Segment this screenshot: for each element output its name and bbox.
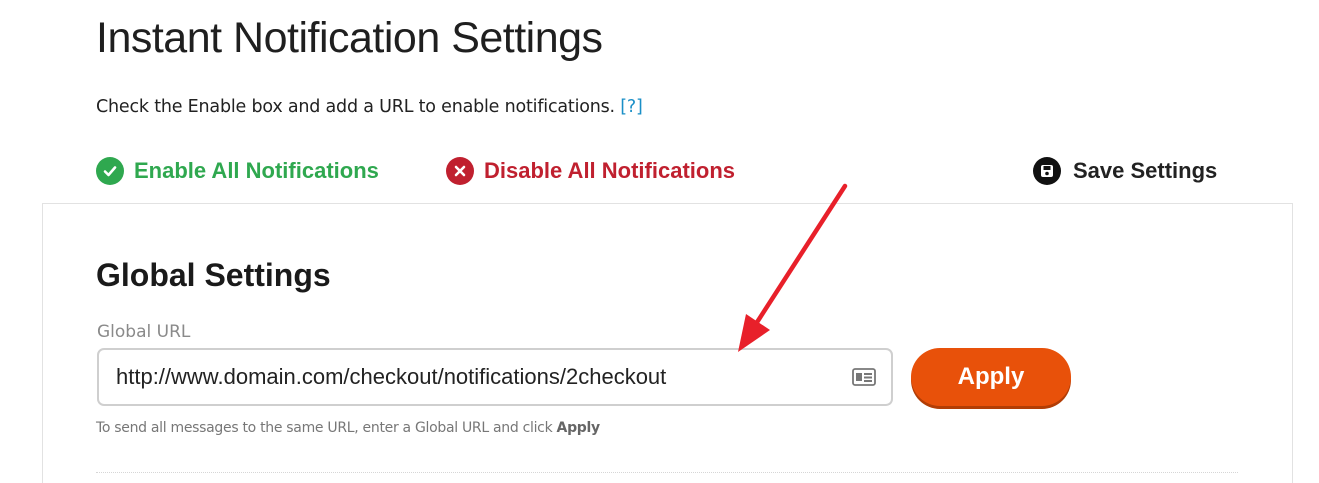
disable-all-button[interactable]: Disable All Notifications: [446, 155, 735, 187]
disable-all-label: Disable All Notifications: [484, 158, 736, 183]
section-divider: [96, 472, 1238, 473]
floppy-disk-icon: [1033, 157, 1061, 185]
contact-card-icon[interactable]: [851, 367, 877, 387]
notification-settings-page: Instant Notification Settings Check the …: [0, 0, 1319, 483]
global-url-hint: To send all messages to the same URL, en…: [96, 420, 600, 436]
check-circle-icon: [96, 157, 124, 185]
x-circle-icon: [446, 157, 474, 185]
enable-all-button[interactable]: Enable All Notifications: [96, 155, 379, 187]
hint-text: To send all messages to the same URL, en…: [96, 420, 553, 436]
apply-button[interactable]: Apply: [911, 348, 1071, 406]
intro-text-row: Check the Enable box and add a URL to en…: [96, 97, 643, 117]
hint-apply-bold: Apply: [556, 420, 601, 436]
save-settings-button[interactable]: Save Settings: [1033, 155, 1217, 187]
global-settings-title: Global Settings: [96, 257, 331, 293]
save-settings-label: Save Settings: [1073, 158, 1218, 183]
global-settings-panel: [42, 203, 1293, 483]
help-link[interactable]: [?]: [620, 97, 643, 117]
enable-all-label: Enable All Notifications: [134, 158, 379, 183]
global-url-field[interactable]: [97, 348, 893, 406]
global-url-input[interactable]: [114, 356, 851, 398]
global-url-label: Global URL: [97, 322, 191, 342]
page-title: Instant Notification Settings: [96, 14, 603, 62]
intro-text: Check the Enable box and add a URL to en…: [96, 97, 615, 117]
